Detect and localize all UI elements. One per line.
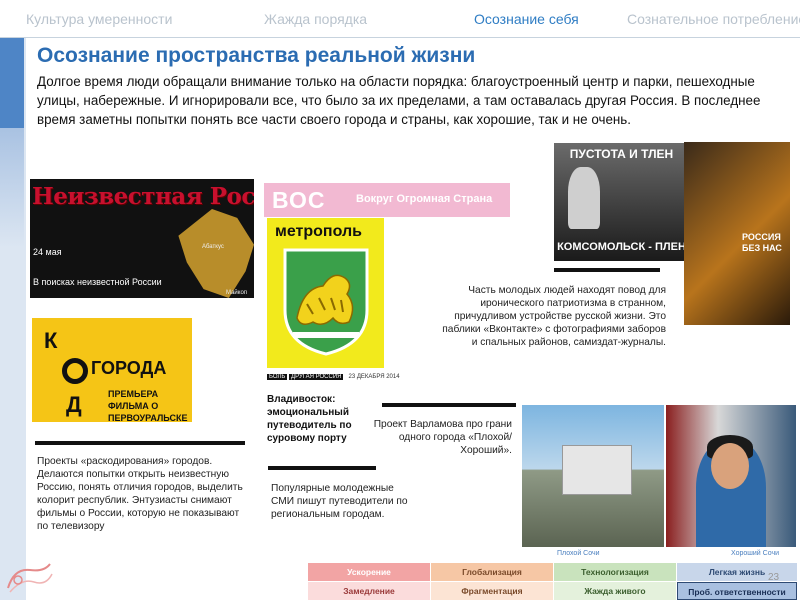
building xyxy=(562,445,632,495)
pustota-caption: КОМСОМОЛЬСК - ПЛЕН xyxy=(557,241,686,253)
pustota-title: ПУСТОТА И ТЛЕН xyxy=(569,147,674,161)
vos-banner: ВОС Вокруг Огромная Страна xyxy=(264,183,510,217)
person-face xyxy=(711,443,749,489)
intro-paragraph: Долгое время люди обращали внимание толь… xyxy=(37,74,761,127)
good-sochi-photo xyxy=(666,405,796,547)
neizvestnaya-subtitle: В поисках неизвестной России xyxy=(33,277,162,287)
left-rail-gradient xyxy=(0,128,24,248)
divider-patriotism xyxy=(554,268,660,272)
page-title: Осознание пространства реальной жизни xyxy=(37,44,476,67)
neizvestnaya-date: 24 мая xyxy=(33,247,62,257)
divider-varlamov xyxy=(382,403,516,407)
matrix-cell-prob-otvetstvennosti[interactable]: Проб. ответственности xyxy=(677,582,797,600)
kd-goroda-image: К Д ГОРОДА ПРЕМЬЕРА ФИЛЬМА О ПЕРВОУРАЛЬС… xyxy=(32,318,192,422)
bad-sochi-caption: Плохой Сочи xyxy=(557,550,600,557)
matrix-cell-globalizatsiya[interactable]: Глобализация xyxy=(431,563,553,581)
varlamov-text: Проект Варламова про грани одного города… xyxy=(373,419,512,456)
page-number: 23 xyxy=(768,572,780,583)
matrix-cell-uskorenie[interactable]: Ускорение xyxy=(308,563,430,581)
map-place-label: Абаткус xyxy=(202,244,224,250)
matrix-cell-tekhnologizatsiya[interactable]: Технологизация xyxy=(554,563,676,581)
matrix-cell-zamedlenie[interactable]: Замедление xyxy=(308,582,430,600)
matrix-cell-zhazhda-zhivogo[interactable]: Жажда живого xyxy=(554,582,676,600)
nav-divider xyxy=(0,37,800,38)
nav-item-potreblenie[interactable]: Сознательное потребление xyxy=(627,11,800,27)
nav-item-zhazhda[interactable]: Жажда порядка xyxy=(264,11,367,27)
left-rail-accent xyxy=(0,38,24,128)
paper-brand: ДРУГАЯ РОССИЯ xyxy=(289,374,344,380)
brand-logo-icon xyxy=(7,563,53,593)
decoding-text: Проекты «раскодирования» городов. Делают… xyxy=(37,456,243,532)
pustota-i-tlen-image: ПУСТОТА И ТЛЕН КОМСОМОЛЬСК - ПЛЕН xyxy=(554,143,689,261)
paper-credit: БОЛЬ ДРУГАЯ РОССИЯ 23 ДЕКАБРЯ 2014 xyxy=(267,374,400,380)
metropol-image: метрополь xyxy=(267,218,384,368)
patriotism-text: Часть молодых людей находят повод для ир… xyxy=(442,285,666,348)
letter-d: Д xyxy=(66,392,82,417)
statue-figure xyxy=(568,167,600,229)
guides-text: Популярные молодежные СМИ пишут путеводи… xyxy=(271,483,408,520)
map-place-label: Майкоп xyxy=(226,290,248,296)
neizvestnaya-rossiya-image: Неизвестная Россия 24 мая Абаткус Майкоп… xyxy=(30,179,254,298)
metropol-word: метрополь xyxy=(275,223,362,240)
paper-tag: БОЛЬ xyxy=(267,374,288,380)
rossiya-bez-nas-image: РОССИЯ БЕЗ НАС xyxy=(684,142,790,325)
map-shape xyxy=(178,209,254,298)
location-pin-icon xyxy=(62,358,88,384)
vladivostok-headline: Владивосток: эмоциональный путеводитель … xyxy=(267,394,352,444)
nav-item-kultura[interactable]: Культура умеренности xyxy=(26,11,172,27)
coat-of-arms-icon xyxy=(283,248,369,356)
divider-guides xyxy=(268,466,376,470)
paper-date: 23 ДЕКАБРЯ 2014 xyxy=(348,374,400,380)
rossiya-bez-nas-label: РОССИЯ БЕЗ НАС xyxy=(742,232,782,253)
nav-item-osoznanie[interactable]: Осознание себя xyxy=(474,11,579,27)
good-sochi-caption: Хороший Сочи xyxy=(731,550,780,557)
top-navigation: Культура умеренности Жажда порядка Осозн… xyxy=(0,0,800,38)
divider-decoding xyxy=(35,441,245,445)
premiere-label: ПРЕМЬЕРА ФИЛЬМА О ПЕРВОУРАЛЬСКЕ xyxy=(108,389,188,422)
letter-k: К xyxy=(44,328,58,353)
vos-full-name: Вокруг Огромная Страна xyxy=(356,193,493,205)
goroda-label: ГОРОДА xyxy=(91,358,167,378)
neizvestnaya-title: Неизвестная Россия xyxy=(32,183,254,210)
bad-sochi-photo xyxy=(522,405,664,547)
matrix-cell-fragmentatsiya[interactable]: Фрагментация xyxy=(431,582,553,600)
vos-abbr: ВОС xyxy=(272,187,326,213)
